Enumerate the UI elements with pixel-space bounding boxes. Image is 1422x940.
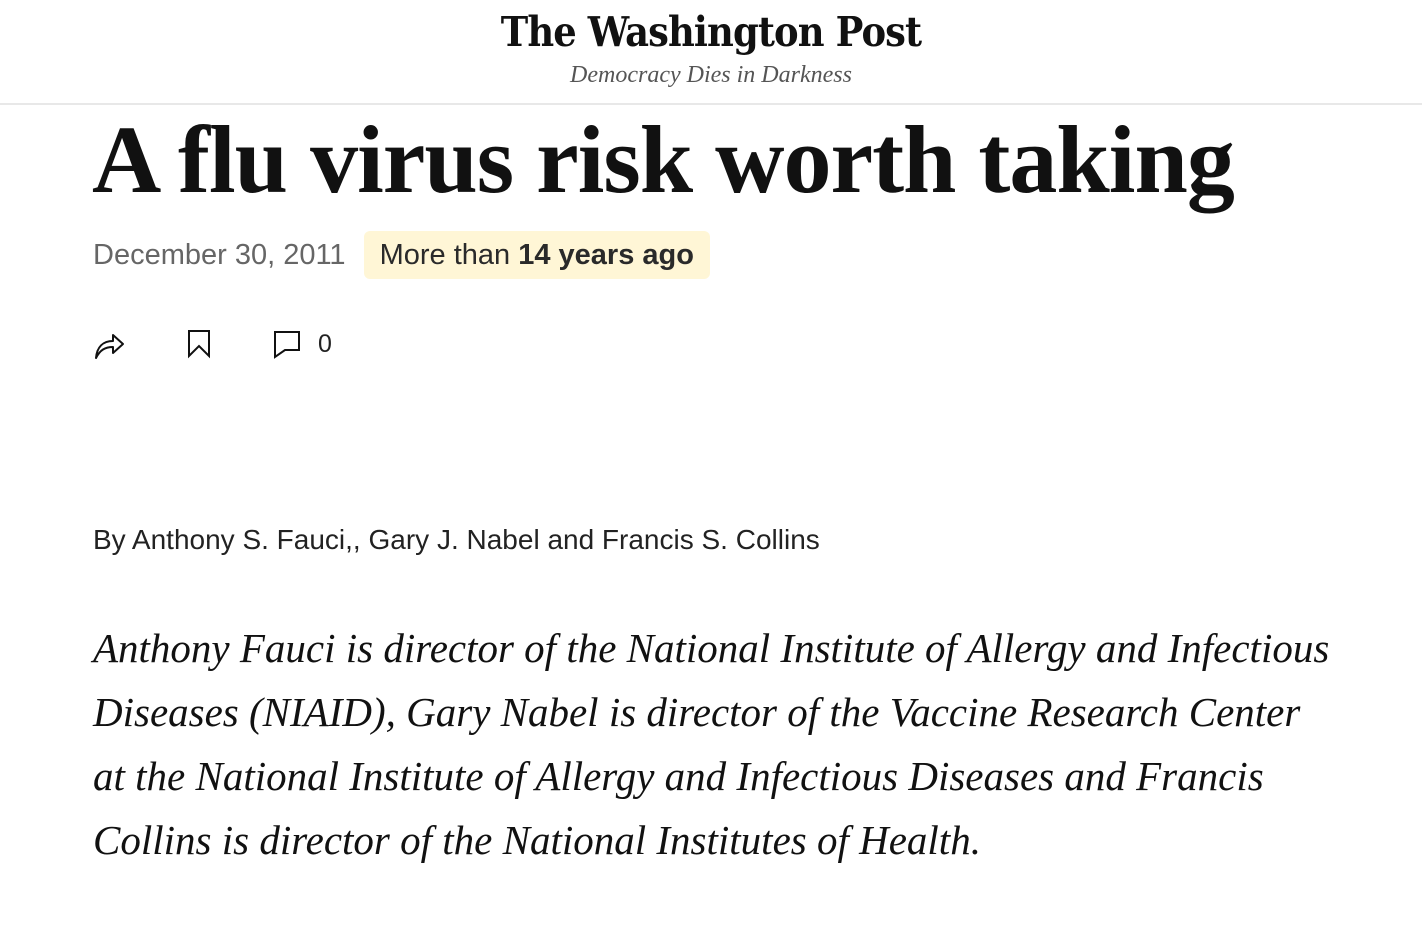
comment-count: 0 xyxy=(318,329,332,358)
washington-post-logo[interactable]: The Washington Post xyxy=(71,6,1351,58)
age-value: 14 years ago xyxy=(518,239,694,271)
byline-authors[interactable]: Anthony S. Fauci,, Gary J. Nabel and Fra… xyxy=(132,524,820,555)
bookmark-icon xyxy=(188,330,210,359)
publish-date: December 30, 2011 xyxy=(93,238,346,271)
comments-button[interactable]: 0 xyxy=(273,329,332,359)
article-actions: 0 xyxy=(93,326,332,362)
tagline: Democracy Dies in Darkness xyxy=(570,62,852,88)
article-age-badge: More than 14 years ago xyxy=(363,231,710,279)
age-prefix: More than xyxy=(379,239,511,271)
share-button[interactable] xyxy=(93,328,125,360)
share-icon xyxy=(95,334,124,359)
byline: By Anthony S. Fauci,, Gary J. Nabel and … xyxy=(93,520,820,560)
masthead: The Washington Post Democracy Dies in Da… xyxy=(0,0,1422,105)
article-meta: December 30, 2011 More than 14 years ago xyxy=(93,231,710,279)
comment-icon xyxy=(274,331,300,359)
author-bio: Anthony Fauci is director of the Nationa… xyxy=(93,625,1330,863)
byline-prefix: By xyxy=(93,524,126,555)
bookmark-button[interactable] xyxy=(185,328,213,360)
article-headline: A flu virus risk worth taking xyxy=(92,106,1235,213)
